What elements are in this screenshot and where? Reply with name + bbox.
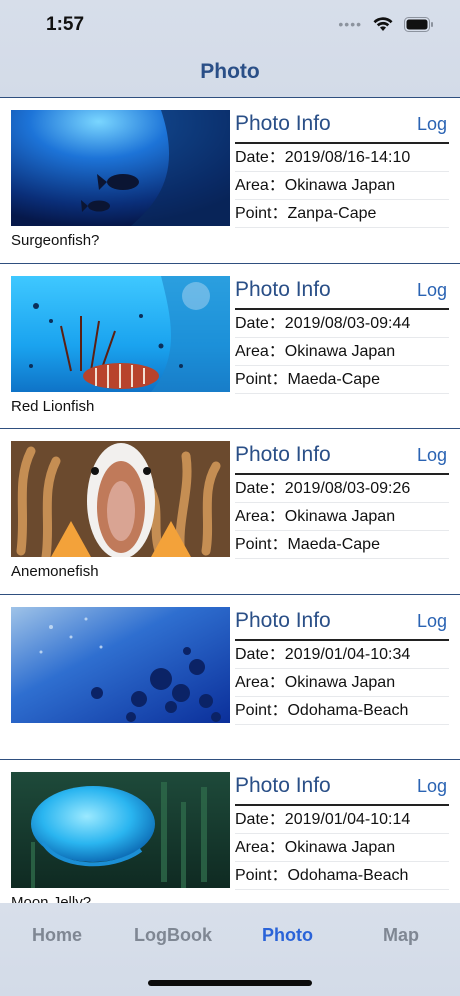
photo-info-title: Photo Info (235, 277, 331, 301)
photo-point: Point：Odohama-Beach (235, 862, 449, 890)
navigation-bar: 1:57 •••• Photo (0, 0, 460, 98)
wifi-icon (372, 16, 394, 32)
battery-icon (404, 16, 434, 32)
photo-area: Area：Okinawa Japan (235, 338, 449, 366)
log-button[interactable]: Log (417, 776, 447, 797)
photo-thumbnail[interactable] (11, 110, 230, 226)
photo-info: Photo Info Log Date：2019/01/04-10:34 Are… (235, 609, 449, 725)
photo-point: Point：Odohama-Beach (235, 697, 449, 725)
photo-card[interactable]: Anemonefish Photo Info Log Date：2019/08/… (0, 429, 460, 595)
tab-photo[interactable]: Photo (262, 925, 313, 946)
photo-thumbnail[interactable] (11, 441, 230, 557)
home-indicator[interactable] (148, 980, 312, 986)
page-title: Photo (200, 60, 260, 83)
photo-info: Photo Info Log Date：2019/08/16-14:10 Are… (235, 112, 449, 228)
photo-point: Point：Maeda-Cape (235, 531, 449, 559)
log-button[interactable]: Log (417, 611, 447, 632)
status-time: 1:57 (46, 14, 85, 35)
photo-info: Photo Info Log Date：2019/08/03-09:26 Are… (235, 443, 449, 559)
tab-map[interactable]: Map (383, 925, 419, 946)
photo-thumbnail[interactable] (11, 606, 230, 723)
log-button[interactable]: Log (417, 114, 447, 135)
photo-card[interactable]: Surgeonfish? Photo Info Log Date：2019/08… (0, 98, 460, 264)
photo-date: Date：2019/08/16-14:10 (235, 144, 449, 172)
photo-info-title: Photo Info (235, 608, 331, 632)
photo-caption: Red Lionfish (11, 397, 95, 415)
photo-date: Date：2019/08/03-09:26 (235, 475, 449, 503)
photo-thumbnail[interactable] (11, 275, 230, 392)
photo-info-title: Photo Info (235, 112, 331, 135)
signal-dots-icon: •••• (338, 16, 362, 32)
photo-date: Date：2019/01/04-10:34 (235, 641, 449, 669)
photo-card[interactable]: Red Lionfish Photo Info Log Date：2019/08… (0, 263, 460, 429)
log-button[interactable]: Log (417, 445, 447, 466)
photo-list[interactable]: Surgeonfish? Photo Info Log Date：2019/08… (0, 98, 460, 926)
photo-card[interactable]: Photo Info Log Date：2019/01/04-10:34 Are… (0, 594, 460, 760)
photo-point: Point：Zanpa-Cape (235, 200, 449, 228)
tab-logbook[interactable]: LogBook (134, 925, 212, 946)
photo-area: Area：Okinawa Japan (235, 172, 449, 200)
tab-home[interactable]: Home (32, 925, 82, 946)
photo-thumbnail[interactable] (11, 772, 230, 888)
photo-area: Area：Okinawa Japan (235, 834, 449, 862)
log-button[interactable]: Log (417, 280, 447, 301)
photo-date: Date：2019/08/03-09:44 (235, 310, 449, 338)
photo-info: Photo Info Log Date：2019/01/04-10:14 Are… (235, 774, 449, 890)
photo-info: Photo Info Log Date：2019/08/03-09:44 Are… (235, 278, 449, 394)
photo-info-title: Photo Info (235, 774, 331, 797)
photo-date: Date：2019/01/04-10:14 (235, 806, 449, 834)
photo-card[interactable]: Moon Jelly? Photo Info Log Date：2019/01/… (0, 760, 460, 926)
photo-point: Point：Maeda-Cape (235, 366, 449, 394)
status-icons: •••• (338, 16, 434, 32)
photo-caption: Anemonefish (11, 563, 99, 580)
photo-area: Area：Okinawa Japan (235, 503, 449, 531)
photo-info-title: Photo Info (235, 443, 331, 466)
photo-area: Area：Okinawa Japan (235, 669, 449, 697)
photo-caption: Surgeonfish? (11, 232, 100, 249)
